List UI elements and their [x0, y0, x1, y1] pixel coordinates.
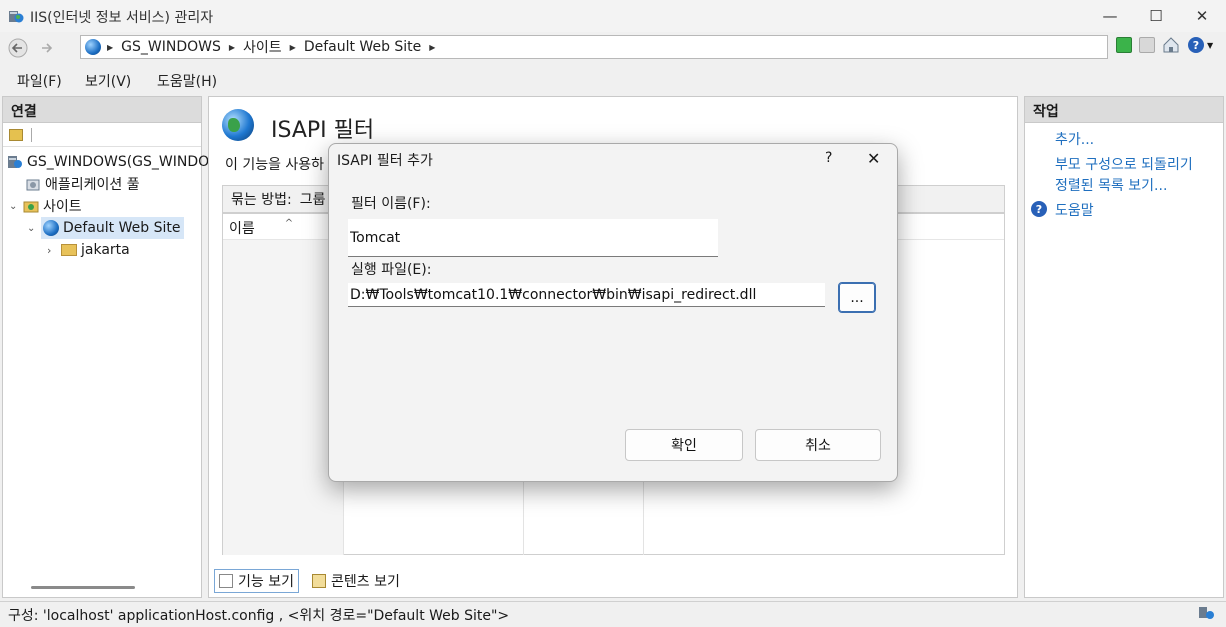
server-icon	[7, 154, 23, 170]
chevron-down-icon: ▼	[1207, 40, 1214, 50]
connections-pane: 연결 GS_WINDOWS(GS_WINDO 애플리케이션 풀 ⌄ 사이트 ⌄ …	[2, 96, 209, 598]
chevron-down-icon[interactable]: ⌄	[27, 223, 41, 234]
sort-ascending-icon: ^	[284, 218, 294, 229]
help-dropdown[interactable]: ? ▼	[1188, 36, 1218, 54]
executable-path-field[interactable]	[348, 283, 825, 307]
refresh-icon[interactable]	[1116, 37, 1132, 53]
breadcrumb-sites[interactable]: 사이트	[243, 37, 282, 57]
status-text: 구성: 'localhost' applicationHost.config ,…	[8, 608, 510, 624]
action-revert-to-parent[interactable]: 부모 구성으로 되돌리기	[1055, 154, 1193, 174]
tab-features-view[interactable]: 기능 보기	[214, 569, 299, 593]
menu-help[interactable]: 도움말(H)	[157, 71, 217, 91]
page-title: ISAPI 필터	[271, 118, 375, 143]
maximize-icon: ☐	[1149, 7, 1163, 25]
window-title: IIS(인터넷 정보 서비스) 관리자	[30, 10, 214, 26]
executable-label: 실행 파일(E):	[351, 262, 432, 278]
close-icon: ✕	[1195, 7, 1209, 25]
forward-button[interactable]	[36, 38, 60, 58]
toolbar-divider	[31, 127, 32, 142]
ok-button[interactable]: 확인	[625, 429, 743, 461]
sites-folder-icon	[23, 198, 39, 214]
connections-toolbar	[3, 123, 201, 147]
connections-header: 연결	[3, 97, 201, 123]
tab-content-view[interactable]: 콘텐츠 보기	[308, 569, 404, 593]
minimize-button[interactable]: —	[1087, 0, 1133, 32]
tree-label: jakarta	[81, 242, 130, 258]
tab-label: 기능 보기	[238, 574, 294, 590]
app-pool-icon	[25, 176, 41, 192]
minimize-icon: —	[1102, 7, 1118, 25]
breadcrumb-separator-icon: ▶	[228, 42, 236, 52]
globe-icon	[43, 220, 59, 236]
isapi-globe-icon	[222, 109, 254, 141]
list-column-shade	[223, 240, 343, 555]
help-icon: ?	[1188, 37, 1204, 53]
address-box[interactable]: ▶ GS_WINDOWS ▶ 사이트 ▶ Default Web Site ▶	[80, 35, 1108, 59]
filter-name-field[interactable]	[348, 219, 718, 257]
actions-pane: 작업 추가... 부모 구성으로 되돌리기 정렬된 목록 보기... ? 도움말	[1024, 96, 1224, 598]
add-isapi-filter-dialog: ISAPI 필터 추가 ? ✕ 필터 이름(F): 실행 파일(E): ... …	[328, 143, 898, 482]
maximize-button[interactable]: ☐	[1133, 0, 1179, 32]
browse-label: ...	[850, 289, 864, 306]
connection-status-icon	[1198, 605, 1216, 621]
chevron-right-icon[interactable]: ›	[47, 244, 61, 257]
cancel-button[interactable]: 취소	[755, 429, 881, 461]
group-by-dropdown[interactable]: 그룹	[300, 189, 326, 209]
iis-app-icon	[8, 8, 24, 24]
title-bar: IIS(인터넷 정보 서비스) 관리자 — ☐ ✕	[0, 0, 1226, 32]
action-add[interactable]: 추가...	[1055, 129, 1094, 149]
features-view-icon	[219, 574, 233, 588]
action-view-ordered-list[interactable]: 정렬된 목록 보기...	[1055, 175, 1167, 195]
tree-label: 애플리케이션 풀	[45, 177, 140, 193]
globe-icon	[85, 39, 101, 55]
tree-label: Default Web Site	[63, 220, 181, 236]
browse-button[interactable]: ...	[838, 282, 876, 313]
dialog-close-button[interactable]: ✕	[867, 149, 880, 168]
tree-item-default-web-site[interactable]: ⌄ Default Web Site	[27, 217, 185, 239]
cancel-label: 취소	[805, 438, 831, 454]
chevron-down-icon[interactable]: ⌄	[9, 201, 23, 212]
breadcrumb-separator-icon: ▶	[107, 42, 114, 52]
tree-label: GS_WINDOWS(GS_WINDO	[27, 154, 210, 170]
stop-icon[interactable]	[1139, 37, 1155, 53]
back-arrow-icon	[8, 38, 28, 58]
horizontal-scrollbar[interactable]	[31, 586, 135, 589]
column-name-header[interactable]: 이름	[229, 218, 255, 237]
tree-item-server[interactable]: GS_WINDOWS(GS_WINDO	[7, 151, 209, 173]
home-icon[interactable]	[1162, 36, 1180, 54]
actions-header: 작업	[1025, 97, 1223, 123]
tab-label: 콘텐츠 보기	[331, 574, 400, 590]
tree-item-jakarta[interactable]: › jakarta	[47, 239, 130, 261]
breadcrumb-separator-icon: ▶	[289, 42, 296, 52]
feature-description: 이 기능을 사용하	[225, 157, 325, 173]
breadcrumb-server[interactable]: GS_WINDOWS	[121, 39, 221, 55]
status-bar: 구성: 'localhost' applicationHost.config ,…	[0, 601, 1226, 627]
help-icon: ?	[1031, 201, 1047, 217]
back-button[interactable]	[6, 38, 30, 58]
selected-highlight: Default Web Site	[41, 217, 185, 239]
new-connection-icon[interactable]	[9, 128, 23, 141]
action-help[interactable]: 도움말	[1055, 200, 1094, 220]
dialog-help-button[interactable]: ?	[825, 150, 832, 166]
tree-item-sites[interactable]: ⌄ 사이트	[9, 195, 82, 217]
tree-label: 사이트	[43, 199, 82, 215]
tree-item-app-pools[interactable]: 애플리케이션 풀	[25, 173, 140, 195]
group-by-label: 묶는 방법:	[231, 192, 292, 208]
close-window-button[interactable]: ✕	[1179, 0, 1225, 32]
forward-arrow-icon	[42, 43, 53, 53]
content-view-icon	[312, 574, 326, 588]
menu-view[interactable]: 보기(V)	[85, 71, 131, 91]
folder-icon	[61, 242, 77, 258]
filter-name-label: 필터 이름(F):	[351, 196, 431, 212]
breadcrumb-separator-icon: ▶	[429, 42, 436, 52]
menu-file[interactable]: 파일(F)	[17, 71, 62, 91]
ok-label: 확인	[671, 438, 697, 454]
breadcrumb-site[interactable]: Default Web Site	[304, 39, 421, 55]
dialog-title: ISAPI 필터 추가	[337, 153, 433, 169]
